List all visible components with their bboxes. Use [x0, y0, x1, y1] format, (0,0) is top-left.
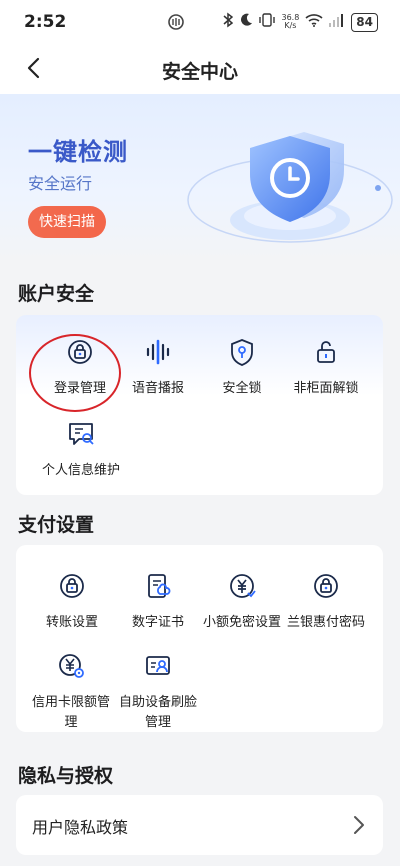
face-id-icon	[146, 656, 170, 675]
privacy-heading: 隐私与授权	[18, 765, 114, 787]
non-counter-unlock-item[interactable]: 非柜面解锁	[280, 337, 372, 399]
signal-icon	[329, 13, 345, 31]
certificate-icon	[148, 574, 171, 598]
status-icons: 36.8 K/s 84	[223, 12, 378, 32]
highlight-circle	[29, 334, 121, 412]
battery-indicator: 84	[351, 12, 378, 32]
scan-banner: 一键检测 安全运行 快速扫描	[0, 94, 400, 260]
security-lock-item[interactable]: 安全锁	[196, 337, 288, 399]
lock-icon	[60, 574, 84, 598]
item-label: 数字证书	[131, 615, 184, 630]
self-service-face-item[interactable]: 自助设备刷脸管理	[116, 651, 200, 733]
item-label: 自助设备刷脸管理	[118, 695, 197, 730]
yuan-icon	[230, 574, 256, 598]
item-label: 语音播报	[131, 381, 184, 396]
page-title: 安全中心	[161, 61, 238, 83]
bluetooth-icon	[223, 12, 234, 32]
item-label: 非柜面解锁	[293, 381, 359, 396]
banner-title: 一键检测	[28, 138, 128, 166]
moon-icon	[239, 13, 253, 31]
item-label: 个人信息维护	[41, 463, 120, 478]
privacy-policy-row[interactable]: 用户隐私政策	[16, 795, 383, 855]
quick-scan-button[interactable]: 快速扫描	[28, 206, 106, 238]
transfer-settings-item[interactable]: 转账设置	[26, 571, 118, 633]
payment-settings-heading: 支付设置	[18, 514, 95, 536]
person-info-icon	[69, 423, 94, 445]
lock-icon	[314, 574, 338, 598]
personal-info-item[interactable]: 个人信息维护	[26, 419, 136, 481]
voice-wave-icon	[146, 339, 170, 365]
item-label: 转账设置	[45, 615, 98, 630]
network-speed: 36.8 K/s	[281, 13, 300, 30]
account-security-heading: 账户安全	[18, 283, 95, 305]
shield-illustration	[187, 132, 393, 243]
item-label: 小额免密设置	[202, 615, 281, 630]
digital-certificate-item[interactable]: 数字证书	[112, 571, 204, 633]
payment-settings-card: 转账设置 数字证书 小额免密设置 兰银惠付密码 信用卡限额管理 自助设备刷脸管理	[16, 545, 383, 732]
wifi-icon	[305, 13, 323, 31]
item-label: 安全锁	[222, 381, 262, 396]
nav-bar: 安全中心	[0, 44, 400, 94]
unlock-icon	[317, 341, 335, 363]
credit-card-limit-item[interactable]: 信用卡限额管理	[28, 651, 114, 733]
status-bar: 2:52 36.8 K/s 84	[0, 0, 400, 44]
item-label: 兰银惠付密码	[286, 615, 365, 630]
status-time: 2:52	[24, 12, 67, 32]
row-label: 用户隐私政策	[32, 818, 129, 837]
chevron-right-icon	[354, 816, 364, 834]
nfc-icon	[167, 13, 185, 35]
vibrate-icon	[259, 13, 276, 31]
yuan-gear-icon	[59, 654, 84, 678]
lanyin-pay-password-item[interactable]: 兰银惠付密码	[280, 571, 372, 633]
small-password-free-item[interactable]: 小额免密设置	[196, 571, 288, 633]
shield-key-icon	[231, 339, 253, 366]
banner-subtitle: 安全运行	[28, 174, 93, 193]
item-label: 信用卡限额管理	[31, 695, 110, 730]
voice-broadcast-item[interactable]: 语音播报	[112, 337, 204, 399]
